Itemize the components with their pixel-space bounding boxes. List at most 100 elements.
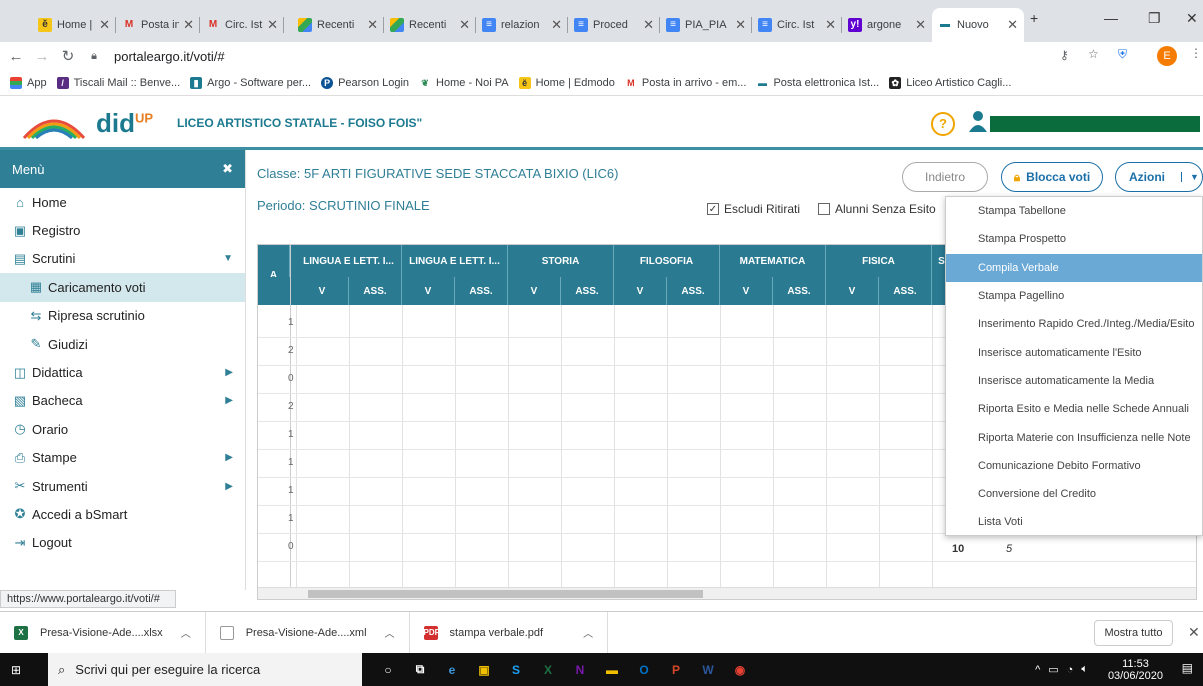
close-icon[interactable]: ✕ <box>459 17 470 33</box>
blocca-voti-button[interactable]: 🔒︎ Blocca voti <box>1001 162 1103 192</box>
windows-start-icon[interactable]: ⊞ <box>0 653 32 686</box>
bookmark-item[interactable]: ✿ Liceo Artistico Cagli... <box>889 76 1011 89</box>
menu-item-riporta-insufficienze[interactable]: Riporta Materie con Insufficienza nelle … <box>946 423 1202 451</box>
close-icon[interactable]: ✕ <box>1007 17 1018 33</box>
browser-tab[interactable]: Recenti ✕ <box>384 8 476 42</box>
url-field[interactable]: portaleargo.it/voti/# <box>114 49 225 64</box>
azioni-button[interactable]: Azioni ▼ <box>1115 162 1203 192</box>
show-all-button[interactable]: Mostra tutto <box>1094 620 1173 646</box>
escludi-ritirati-checkbox[interactable]: ✓ Escludi Ritirati <box>707 202 800 216</box>
chevron-up-icon[interactable]: ^ <box>1035 664 1040 676</box>
clock[interactable]: 11:53 03/06/2020 <box>1108 658 1163 682</box>
sidebar-item-ripresa-scrutinio[interactable]: ⇆ Ripresa scrutinio <box>0 302 245 330</box>
sidebar-item-caricamento-voti[interactable]: ▦ Caricamento voti <box>0 273 245 302</box>
close-icon[interactable]: ✕ <box>915 17 926 33</box>
menu-item-inserisce-media[interactable]: Inserisce automaticamente la Media <box>946 367 1202 395</box>
subject-header[interactable]: STORIA <box>508 245 614 277</box>
star-icon[interactable]: ☆ <box>1088 47 1099 61</box>
menu-item-inserimento-rapido[interactable]: Inserimento Rapido Cred./Integ./Media/Es… <box>946 310 1202 338</box>
sidebar-item-orario[interactable]: ◷ Orario <box>0 415 245 443</box>
bookmark-item[interactable]: P Pearson Login <box>321 76 409 89</box>
powerpoint-icon[interactable]: P <box>660 653 692 686</box>
menu-item-conversione-credito[interactable]: Conversione del Credito <box>946 480 1202 508</box>
browser-tab[interactable]: M Posta in ✕ <box>116 8 200 42</box>
sidebar-item-strumenti[interactable]: ✂ Strumenti ▶ <box>0 472 245 500</box>
task-view-icon[interactable]: ⧉ <box>404 653 436 686</box>
sidebar-item-giudizi[interactable]: ✎ Giudizi <box>0 330 245 358</box>
menu-item-riporta-esito-media[interactable]: Riporta Esito e Media nelle Schede Annua… <box>946 395 1202 423</box>
onenote-icon[interactable]: N <box>564 653 596 686</box>
sidebar-item-bacheca[interactable]: ▧ Bacheca ▶ <box>0 387 245 415</box>
sidebar-item-home[interactable]: ⌂ Home <box>0 188 245 216</box>
menu-item-inserisce-esito[interactable]: Inserisce automaticamente l'Esito <box>946 338 1202 366</box>
indietro-button[interactable]: Indietro <box>902 162 988 192</box>
alunni-senza-esito-checkbox[interactable]: Alunni Senza Esito <box>818 202 936 216</box>
browser-tab[interactable]: ≡ relazion ✕ <box>476 8 568 42</box>
browser-tab[interactable]: y! argone ✕ <box>842 8 932 42</box>
menu-item-stampa-tabellone[interactable]: Stampa Tabellone <box>946 197 1202 225</box>
menu-item-stampa-prospetto[interactable]: Stampa Prospetto <box>946 225 1202 253</box>
sidebar-item-registro[interactable]: ▣ Registro <box>0 216 245 244</box>
browser-tab[interactable]: Recenti ✕ <box>292 8 384 42</box>
bookmark-item[interactable]: ▬ Posta elettronica Ist... <box>756 76 879 89</box>
taskbar-search[interactable]: ⌕ Scrivi qui per eseguire la ricerca <box>48 653 362 686</box>
close-icon[interactable]: ✕ <box>825 17 836 33</box>
explorer-icon[interactable]: ▬ <box>596 653 628 686</box>
reload-icon[interactable]: ↻ <box>58 47 78 65</box>
key-icon[interactable]: ⚷ <box>1060 48 1069 62</box>
scrollbar-thumb[interactable] <box>308 590 703 598</box>
menu-item-compila-verbale[interactable]: Compila Verbale <box>946 253 1202 282</box>
horizontal-scrollbar[interactable] <box>258 587 1196 599</box>
close-icon[interactable]: ✕ <box>267 17 278 33</box>
cortana-icon[interactable]: ○ <box>372 653 404 686</box>
new-tab-icon[interactable]: + <box>1030 10 1038 26</box>
back-icon[interactable]: ← <box>6 48 26 65</box>
browser-tab[interactable]: ≡ PIA_PIA ✕ <box>660 8 752 42</box>
menu-item-lista-voti[interactable]: Lista Voti <box>946 508 1202 536</box>
subject-header[interactable]: MATEMATICA <box>720 245 826 277</box>
outlook-icon[interactable]: O <box>628 653 660 686</box>
browser-tab-active[interactable]: ▬ Nuovo ✕ <box>932 8 1024 42</box>
shield-icon[interactable]: ⛨ <box>1118 47 1127 62</box>
bookmark-item[interactable]: ❦ Home - Noi PA <box>419 76 509 89</box>
user-icon[interactable] <box>967 110 989 132</box>
close-icon[interactable]: ✕ <box>643 17 654 33</box>
close-icon[interactable]: ✕ <box>99 17 110 33</box>
close-icon[interactable]: ✕ <box>183 17 194 33</box>
close-icon[interactable]: ✕ <box>551 17 562 33</box>
close-icon[interactable]: ✕ <box>735 17 746 33</box>
browser-tab[interactable]: ≡ Circ. Ist ✕ <box>752 8 842 42</box>
menu-item-stampa-pagellino[interactable]: Stampa Pagellino <box>946 282 1202 310</box>
sidebar-item-logout[interactable]: ⇥ Logout <box>0 529 245 557</box>
battery-icon[interactable]: ▭ <box>1048 663 1058 676</box>
subject-header[interactable]: LINGUA E LETT. I... <box>402 245 508 277</box>
profile-avatar[interactable]: E <box>1157 46 1177 66</box>
download-item[interactable]: Presa-Visione-Ade....xml ︿ <box>206 611 410 654</box>
download-item[interactable]: PDF stampa verbale.pdf ︿ <box>410 611 609 654</box>
chevron-up-icon[interactable]: ︿ <box>385 625 395 640</box>
subject-header[interactable]: FISICA <box>826 245 932 277</box>
store-icon[interactable]: ▣ <box>468 653 500 686</box>
edge-icon[interactable]: e <box>436 653 468 686</box>
browser-tab[interactable]: ĕ Home | ✕ <box>32 8 116 42</box>
network-icon[interactable]: ◔ <box>1067 664 1074 676</box>
user-name-redacted[interactable] <box>990 116 1200 132</box>
subject-header[interactable]: LINGUA E LETT. I... <box>296 245 402 277</box>
bookmark-item[interactable]: ▮ Argo - Software per... <box>190 76 311 89</box>
bookmark-item[interactable]: ĕ Home | Edmodo <box>518 76 615 89</box>
chrome-icon[interactable]: ◉ <box>724 653 756 686</box>
bookmark-item[interactable]: / Tiscali Mail :: Benve... <box>56 76 180 89</box>
window-close-icon[interactable]: ✕ <box>1186 10 1198 27</box>
browser-tab[interactable]: M Circ. Ist ✕ <box>200 8 284 42</box>
more-menu-icon[interactable]: ⋮ <box>1190 46 1202 60</box>
excel-icon[interactable]: X <box>532 653 564 686</box>
skype-icon[interactable]: S <box>500 653 532 686</box>
bookmark-item[interactable]: App <box>10 76 47 89</box>
chevron-up-icon[interactable]: ︿ <box>583 625 593 640</box>
close-icon[interactable]: ✕ <box>1188 624 1200 641</box>
notifications-icon[interactable]: ▤ <box>1182 661 1193 675</box>
word-icon[interactable]: W <box>692 653 724 686</box>
sidebar-item-didattica[interactable]: ◫ Didattica ▶ <box>0 358 245 386</box>
sidebar-item-stampe[interactable]: ⎙ Stampe ▶ <box>0 444 245 472</box>
chevron-up-icon[interactable]: ︿ <box>181 625 191 640</box>
